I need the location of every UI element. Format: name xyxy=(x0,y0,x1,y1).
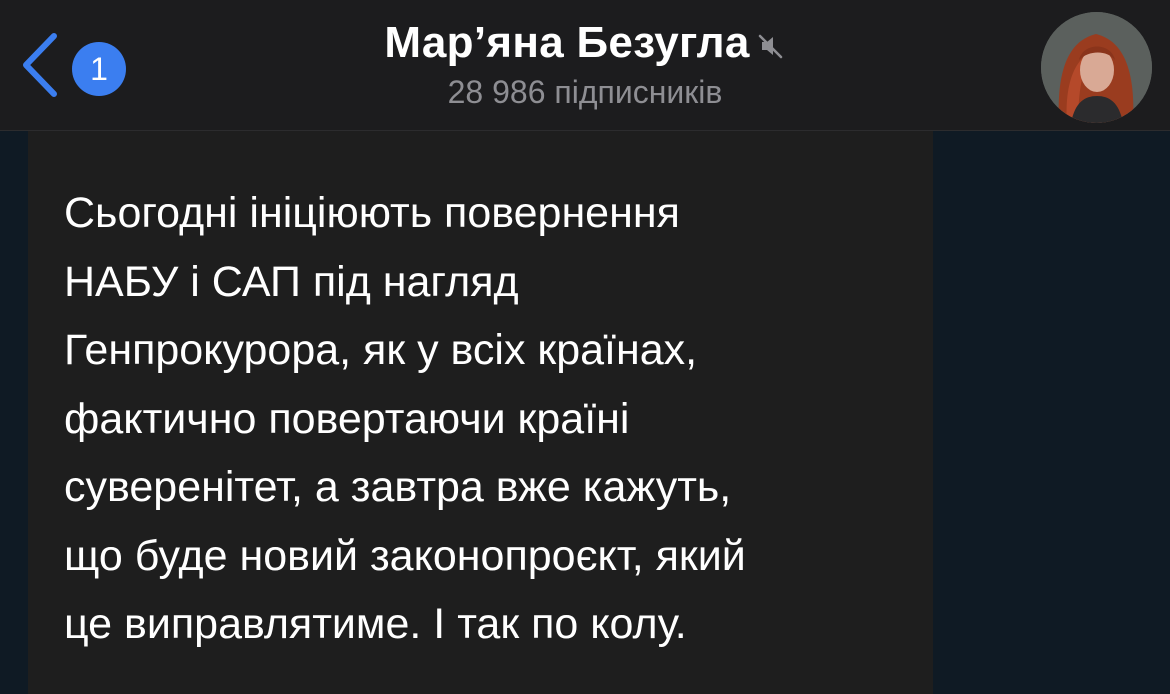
speaker-muted-icon xyxy=(758,34,782,59)
back-button[interactable]: 1 xyxy=(18,30,138,100)
unread-count-badge: 1 xyxy=(72,42,126,96)
subscriber-count: 28 986 підписників xyxy=(447,74,723,110)
message-text: Сьогодні ініціюють повернення НАБУ і САП… xyxy=(64,189,746,648)
chat-area[interactable]: Сьогодні ініціюють повернення НАБУ і САП… xyxy=(0,131,1170,694)
title-row: Мар’яна Безугла xyxy=(384,18,785,68)
chat-title-area[interactable]: Мар’яна Безугла 28 986 підписників xyxy=(250,18,920,111)
channel-name: Мар’яна Безугла xyxy=(384,18,750,67)
avatar-image xyxy=(1041,12,1152,123)
chat-header: 1 Мар’яна Безугла 28 986 підписників xyxy=(0,0,1170,131)
chevron-left-icon xyxy=(23,33,57,97)
message-bubble[interactable]: Сьогодні ініціюють повернення НАБУ і САП… xyxy=(28,131,933,694)
channel-avatar[interactable] xyxy=(1041,12,1152,123)
